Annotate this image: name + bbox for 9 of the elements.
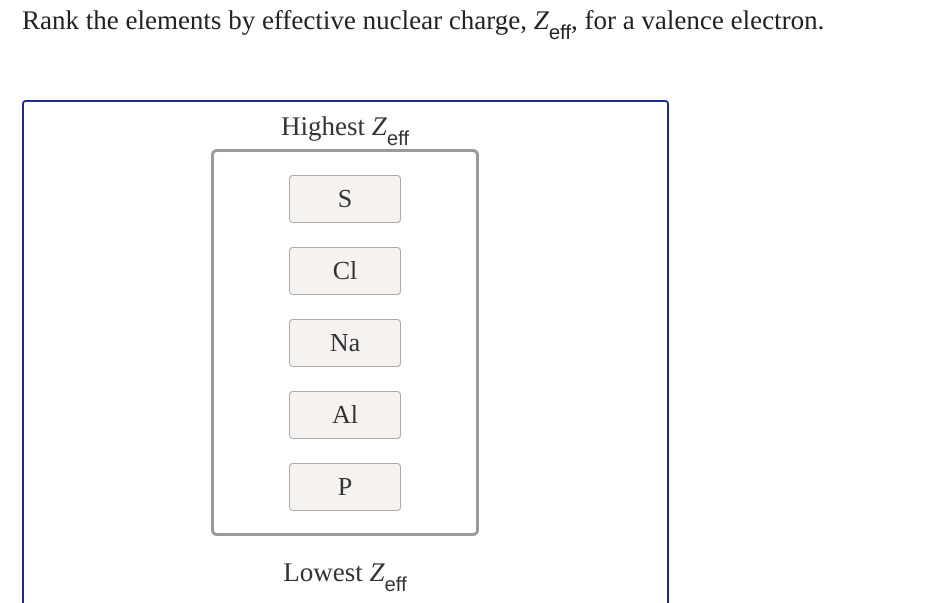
ranking-drop-zone[interactable]: S Cl Na Al P [211, 148, 479, 536]
element-tile[interactable]: S [289, 174, 401, 223]
element-tile[interactable]: Al [289, 390, 401, 439]
ranking-bottom-label: Lowest Z$_{eff}$ [283, 558, 407, 594]
question-text: Rank the elements by effective nuclear charge, Z$_{eff}$, for a valence electron. [22, 4, 824, 42]
ranking-top-label: Highest Z$_{eff}$ [281, 112, 409, 149]
element-tile[interactable]: Cl [289, 246, 401, 295]
element-tile[interactable]: Na [289, 318, 401, 367]
element-tile[interactable]: P [289, 462, 401, 511]
